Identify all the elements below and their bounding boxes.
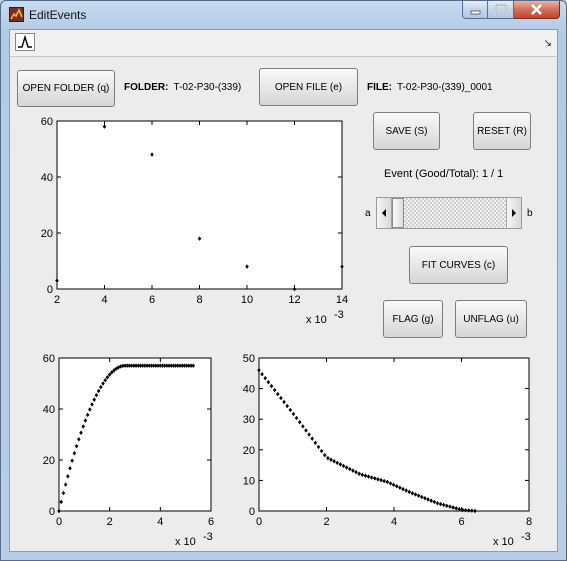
title-bar[interactable]: EditEvents xyxy=(1,1,566,29)
x-tick-label: 6 xyxy=(458,516,464,528)
window-title: EditEvents xyxy=(29,8,87,22)
x-tick-label: 8 xyxy=(526,516,532,528)
minimize-button[interactable] xyxy=(462,1,488,19)
y-tick-label: 0 xyxy=(249,506,255,518)
y-tick-label: 20 xyxy=(243,445,255,457)
y-tick-label: 30 xyxy=(243,414,255,426)
x-tick-label: 0 xyxy=(256,516,262,528)
close-button[interactable] xyxy=(514,1,560,19)
maximize-button[interactable] xyxy=(488,1,514,19)
x-scale-exponent: -3 xyxy=(521,531,531,543)
axes-box xyxy=(258,357,530,512)
decay-curve-plot: 0 2 4 6 8 0 10 20 30 40 50 x 10 -3 xyxy=(10,30,557,553)
figure-area: ↘ OPEN FOLDER (q) FOLDER: T-02-P30-(339) … xyxy=(9,29,558,552)
y-tick-label: 50 xyxy=(243,353,255,365)
editevents-window: EditEvents ↘ OPEN FOLDER (q) FOLDER: T-02… xyxy=(0,0,567,561)
matlab-icon xyxy=(9,7,24,22)
x-tick-label: 4 xyxy=(391,516,397,528)
y-tick-label: 40 xyxy=(243,384,255,396)
x-scale-label: x 10 xyxy=(493,536,514,548)
decay-curve-axes[interactable]: 0 2 4 6 8 0 10 20 30 40 50 x 10 -3 xyxy=(10,30,557,550)
x-tick-label: 2 xyxy=(323,516,329,528)
y-tick-label: 10 xyxy=(243,475,255,487)
axes-group: 0 2 4 6 8 0 10 20 30 40 50 x 10 -3 xyxy=(243,353,532,548)
